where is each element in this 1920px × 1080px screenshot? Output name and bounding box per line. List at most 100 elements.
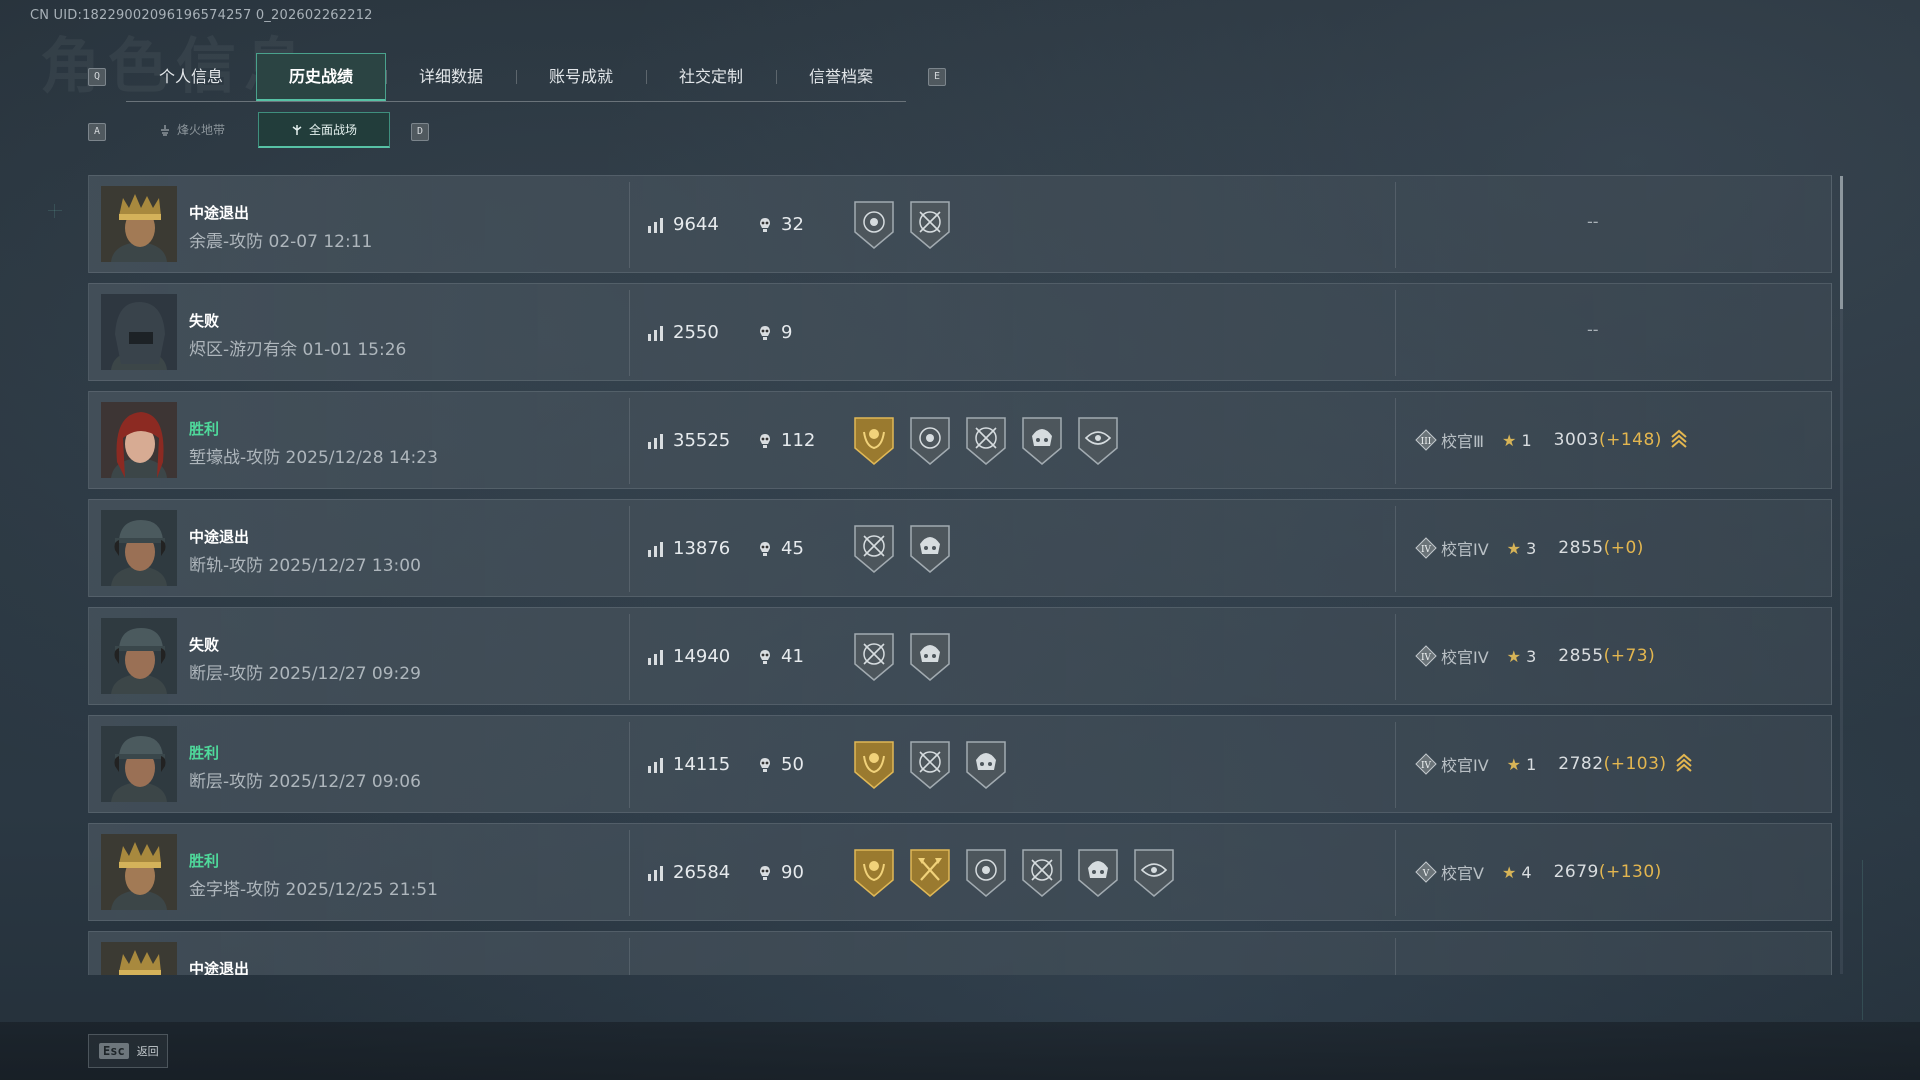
score-value: 14115 [673,754,731,775]
match-row[interactable]: 胜利 堑壕战-攻防 2025/12/28 14:23 35525 112 III … [88,391,1832,489]
match-kills: 112 [757,430,815,451]
medal-gold-laurel-icon[interactable] [852,414,896,466]
prev-subtab-keycap[interactable]: A [88,123,106,141]
match-result: 失败 [189,312,220,330]
rank-rating: 2855(+73) [1558,646,1655,666]
rank-rating: 2782(+103) [1558,754,1666,774]
medal-silver-helmet-skull-icon[interactable] [908,630,952,682]
rank-info: IV 校官IV ★ 3 2855(+0) [1415,536,1644,560]
warfare-icon [292,124,302,135]
medal-silver-helmet-skull-icon[interactable] [1020,414,1064,466]
medal-silver-helmet-skull-icon[interactable] [1076,846,1120,898]
rating-value: 2679 [1553,862,1599,882]
next-subtab-keycap[interactable]: D [411,123,429,141]
medal-list [852,738,1008,790]
rank-tier-icon: IV [1415,537,1437,559]
avatar-red-hair-woman [101,402,177,478]
match-map-time: 烬区-游刃有余 01-01 15:26 [189,340,407,360]
medal-silver-crossed-scope-icon[interactable] [852,522,896,574]
star-icon: ★ [1506,754,1522,774]
avatar-hooded-soldier [101,294,177,370]
tab-achievements[interactable]: 账号成就 [516,53,646,101]
kills-value: 112 [781,430,816,451]
deco-crosshair [48,210,62,211]
match-history-list[interactable]: 中途退出 余震-攻防 02-07 12:11 9644 32 -- 失败烬区-游刃… [88,175,1832,975]
medal-silver-crossed-scope-icon[interactable] [1020,846,1064,898]
deco-edge-line [1862,860,1863,1020]
match-map-time: 断层-攻防 2025/12/27 09:06 [189,772,421,792]
rating-delta: (+103) [1603,754,1667,774]
medal-gold-laurel-icon[interactable] [852,738,896,790]
row-divider [1395,506,1396,592]
match-map-time: 金字塔-攻防 2025/12/25 21:51 [189,880,438,900]
match-kills: 32 [757,214,804,235]
match-row[interactable]: 胜利 金字塔-攻防 2025/12/25 21:51 26584 90 V 校官V… [88,823,1832,921]
subtab-operations[interactable]: 烽火地带 [126,112,258,148]
esc-keycap: Esc [99,1043,129,1059]
match-kills: 41 [757,646,804,667]
rating-value: 2855 [1558,646,1604,666]
row-divider [1395,614,1396,700]
match-row[interactable]: 中途退出 [88,931,1832,975]
medal-silver-crossed-scope-icon[interactable] [908,738,952,790]
tab-detailed-data[interactable]: 详细数据 [386,53,516,101]
medal-list [852,630,952,682]
match-row[interactable]: 失败 断层-攻防 2025/12/27 09:29 14940 41 IV 校官I… [88,607,1832,705]
rank-tier-icon: III [1415,429,1437,451]
row-divider [1395,722,1396,808]
medal-list [852,198,952,250]
medal-silver-eye-icon[interactable] [1076,414,1120,466]
row-divider [1395,182,1396,268]
match-result: 胜利 [189,852,220,870]
match-score: 26584 [647,862,730,883]
match-kills: 50 [757,754,804,775]
kills-skull-icon [760,649,770,664]
medal-silver-skull-target-icon[interactable] [908,414,952,466]
back-button[interactable]: Esc 返回 [88,1034,168,1068]
subtab-warfare[interactable]: 全面战场 [258,112,390,148]
rank-tier-icon: IV [1415,753,1437,775]
medal-silver-skull-target-icon[interactable] [852,198,896,250]
avatar-cap-soldier [101,726,177,802]
kills-value: 41 [781,646,804,667]
score-bars-icon [648,757,663,773]
match-row[interactable]: 中途退出 余震-攻防 02-07 12:11 9644 32 -- [88,175,1832,273]
prev-tab-keycap[interactable]: Q [88,68,106,86]
score-value: 26584 [673,862,731,883]
match-map-time: 堑壕战-攻防 2025/12/28 14:23 [189,448,438,468]
rating-value: 2855 [1558,538,1604,558]
match-row[interactable]: 中途退出 断轨-攻防 2025/12/27 13:00 13876 45 IV 校… [88,499,1832,597]
kills-value: 45 [781,538,804,559]
rating-delta: (+148) [1598,430,1662,450]
match-score: 14115 [647,754,730,775]
medal-silver-crossed-scope-icon[interactable] [908,198,952,250]
rank-info: IV 校官IV ★ 1 2782(+103) [1415,752,1693,776]
medal-silver-helmet-skull-icon[interactable] [964,738,1008,790]
medal-silver-crossed-scope-icon[interactable] [852,630,896,682]
medal-list [852,522,952,574]
tab-match-history[interactable]: 历史战绩 [256,53,386,101]
medal-gold-crossed-axes-icon[interactable] [908,846,952,898]
rank-stars: ★ 1 [1502,431,1532,450]
star-icon: ★ [1506,646,1522,666]
rank-star-count: 4 [1521,862,1532,882]
rank-info: V 校官V ★ 4 2679(+130) [1415,860,1662,884]
tab-personal-info[interactable]: 个人信息 [126,53,256,101]
svg-text:IV: IV [1421,653,1432,663]
medal-gold-laurel-icon[interactable] [852,846,896,898]
tab-social-custom[interactable]: 社交定制 [646,53,776,101]
scrollbar-thumb[interactable] [1840,176,1843,309]
rank-name: 校官IV [1441,540,1489,559]
rank-stars: ★ 3 [1507,539,1537,558]
medal-silver-skull-target-icon[interactable] [964,846,1008,898]
match-row[interactable]: 失败 烬区-游刃有余 01-01 15:26 2550 9 -- [88,283,1832,381]
rank-rating: 3003(+148) [1554,430,1662,450]
match-row[interactable]: 胜利 断层-攻防 2025/12/27 09:06 14115 50 IV 校官I… [88,715,1832,813]
medal-silver-crossed-scope-icon[interactable] [964,414,1008,466]
kills-skull-icon [760,541,770,556]
match-kills: 45 [757,538,804,559]
medal-silver-helmet-skull-icon[interactable] [908,522,952,574]
medal-silver-eye-icon[interactable] [1132,846,1176,898]
tab-reputation[interactable]: 信誉档案 [776,53,906,101]
next-tab-keycap[interactable]: E [928,68,946,86]
